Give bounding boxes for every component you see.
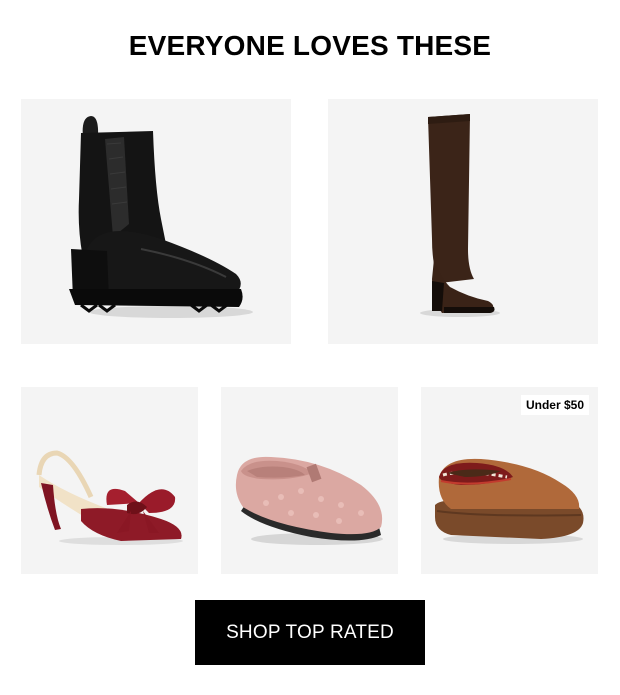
pink-sherpa-clog-slipper-image (235, 456, 383, 545)
black-chelsea-boot-image (69, 116, 253, 318)
brown-knee-high-boot-image (420, 114, 500, 317)
shop-top-rated-button[interactable]: SHOP TOP RATED (195, 600, 425, 665)
product-card-pink-sherpa-slipper[interactable] (221, 387, 398, 574)
chestnut-platform-slipper-image (435, 458, 584, 544)
price-badge: Under $50 (520, 395, 589, 415)
product-card-black-chelsea-boot[interactable] (21, 99, 291, 344)
section-title: EVERYONE LOVES THESE (128, 30, 492, 61)
product-card-red-bow-heel[interactable] (21, 387, 198, 574)
red-bow-slingback-heel-image (36, 450, 183, 545)
product-card-chestnut-platform-slipper[interactable]: Under $50 (421, 387, 598, 574)
product-card-brown-knee-high-boot[interactable] (328, 99, 598, 344)
